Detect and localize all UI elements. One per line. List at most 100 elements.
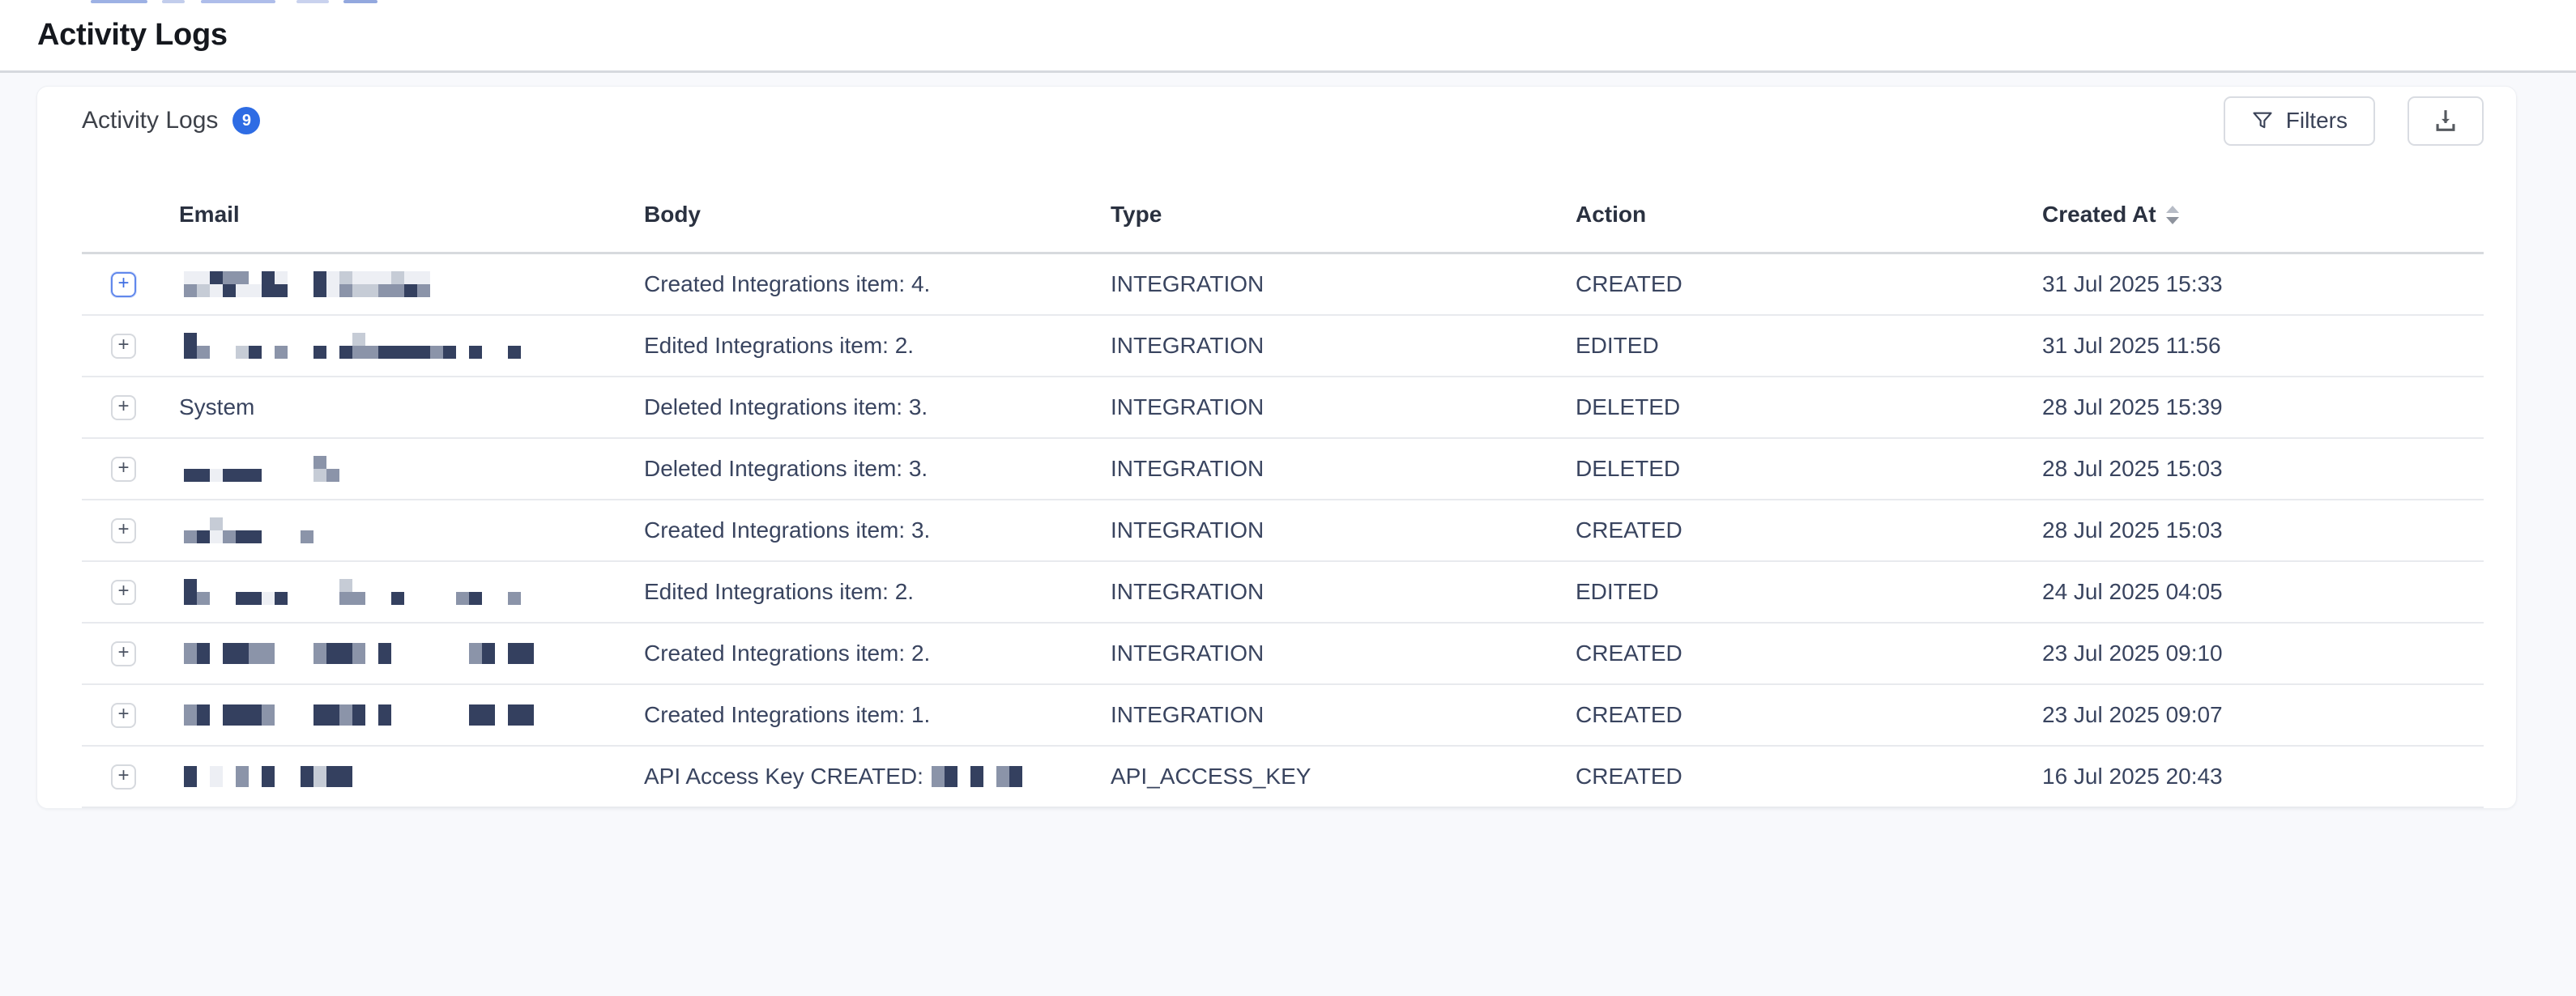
column-header-email: Email [163, 138, 628, 252]
expand-cell: + [82, 641, 163, 666]
type-cell: INTEGRATION [1094, 641, 1559, 666]
action-cell: CREATED [1559, 764, 2026, 790]
expand-row-button[interactable]: + [111, 334, 136, 359]
body-text: Edited Integrations item: 2. [644, 579, 914, 605]
column-header-label: Type [1111, 202, 1162, 228]
expand-cell: + [82, 518, 163, 543]
column-header-label: Email [179, 202, 240, 228]
download-icon [2432, 107, 2459, 134]
top-edge-artifact [162, 0, 185, 3]
expand-cell: + [82, 764, 163, 790]
email-cell: System [163, 394, 628, 420]
table-row: + Deleted Integrations item: 3.INTEGRATIO… [82, 439, 2484, 500]
expand-row-button[interactable]: + [111, 518, 136, 543]
created-at-cell: 16 Jul 2025 20:43 [2026, 764, 2484, 790]
email-cell [163, 456, 628, 482]
body-text: Edited Integrations item: 2. [644, 333, 914, 359]
redacted-text [184, 704, 534, 726]
table-row: +Edited Integrations item: 2.INTEGRATION… [82, 562, 2484, 624]
body-text: Created Integrations item: 4. [644, 271, 930, 297]
column-header-action: Action [1559, 138, 2026, 252]
column-header-body: Body [628, 138, 1094, 252]
expand-cell: + [82, 703, 163, 728]
body-cell: API Access Key CREATED: [628, 764, 1094, 790]
type-cell: INTEGRATION [1094, 333, 1559, 359]
filter-funnel-icon [2251, 109, 2274, 132]
email-cell [163, 704, 628, 726]
email-cell [163, 643, 628, 664]
created-at-cell: 23 Jul 2025 09:07 [2026, 702, 2484, 728]
expand-cell: + [82, 272, 163, 297]
top-edge-artifact [91, 0, 147, 3]
table-row: + Created Integrations item: 1. INTEGRATIO… [82, 685, 2484, 747]
sort-icon[interactable] [2166, 206, 2179, 224]
table-header-row: Email Body Type Action Created At [82, 138, 2484, 254]
count-badge: 9 [232, 107, 260, 134]
top-bar: Activity Logs [0, 0, 2576, 73]
expand-row-button[interactable]: + [111, 641, 136, 666]
expand-row-button[interactable]: + [111, 580, 136, 605]
action-cell: CREATED [1559, 517, 2026, 543]
body-cell: Created Integrations item: 4. [628, 271, 1094, 297]
body-text: Deleted Integrations item: 3. [644, 394, 928, 420]
type-cell: INTEGRATION [1094, 394, 1559, 420]
email-text: System [179, 394, 254, 420]
top-edge-artifact [201, 0, 275, 3]
expand-row-button[interactable]: + [111, 457, 136, 482]
action-cell: CREATED [1559, 271, 2026, 297]
expand-cell: + [82, 334, 163, 359]
email-cell [163, 517, 628, 543]
type-cell: INTEGRATION [1094, 517, 1559, 543]
redacted-text [184, 766, 352, 787]
top-edge-artifact [343, 0, 377, 3]
type-cell: API_ACCESS_KEY [1094, 764, 1559, 790]
page-title: Activity Logs [37, 18, 228, 53]
created-at-cell: 23 Jul 2025 09:10 [2026, 641, 2484, 666]
type-cell: INTEGRATION [1094, 456, 1559, 482]
body-cell: Deleted Integrations item: 3. [628, 394, 1094, 420]
table-row: + Created Integrations item: 4. INTEGRATIO… [82, 254, 2484, 316]
table-row: + Created Integrations item: 3. INTEGRATIO… [82, 500, 2484, 562]
redacted-text [932, 766, 1022, 787]
expand-row-button[interactable]: + [111, 764, 136, 790]
redacted-text [184, 333, 521, 359]
expand-cell: + [82, 457, 163, 482]
body-cell: Deleted Integrations item: 3. [628, 456, 1094, 482]
action-cell: CREATED [1559, 702, 2026, 728]
email-cell [163, 766, 628, 787]
type-cell: INTEGRATION [1094, 702, 1559, 728]
table-row: + API Access Key CREATED: API_ACCESS_KEYC… [82, 747, 2484, 808]
action-cell: DELETED [1559, 456, 2026, 482]
expand-cell: + [82, 580, 163, 605]
expand-row-button[interactable]: + [111, 395, 136, 420]
created-at-cell: 31 Jul 2025 11:56 [2026, 333, 2484, 359]
table-row: + Created Integrations item: 2.INTEGRATIO… [82, 624, 2484, 685]
body-cell: Edited Integrations item: 2. [628, 579, 1094, 605]
card-title: Activity Logs [82, 107, 218, 134]
action-cell: EDITED [1559, 579, 2026, 605]
card-header: Activity Logs 9 Filters [82, 87, 2484, 138]
body-cell: Created Integrations item: 3. [628, 517, 1094, 543]
body-cell: Edited Integrations item: 2. [628, 333, 1094, 359]
created-at-cell: 24 Jul 2025 04:05 [2026, 579, 2484, 605]
expand-row-button[interactable]: + [111, 703, 136, 728]
column-header-label: Created At [2042, 202, 2156, 228]
created-at-cell: 28 Jul 2025 15:39 [2026, 394, 2484, 420]
table-row: + Edited Integrations item: 2. INTEGRATION… [82, 316, 2484, 377]
table-row: + System Deleted Integrations item: 3. INTE… [82, 377, 2484, 439]
table-body: + Created Integrations item: 4. INTEGRATIO… [82, 254, 2484, 808]
body-text: Created Integrations item: 1. [644, 702, 930, 728]
column-header-created_at[interactable]: Created At [2026, 138, 2484, 252]
body-text: Created Integrations item: 3. [644, 517, 930, 543]
column-header-label: Action [1576, 202, 1646, 228]
column-header-type: Type [1094, 138, 1559, 252]
created-at-cell: 28 Jul 2025 15:03 [2026, 517, 2484, 543]
expand-row-button[interactable]: + [111, 272, 136, 297]
email-cell [163, 579, 628, 605]
type-cell: INTEGRATION [1094, 271, 1559, 297]
top-edge-artifact [296, 0, 329, 3]
column-header-label: Body [644, 202, 701, 228]
email-cell [163, 271, 628, 297]
body-cell: Created Integrations item: 2. [628, 641, 1094, 666]
expand-column-header [82, 164, 163, 252]
